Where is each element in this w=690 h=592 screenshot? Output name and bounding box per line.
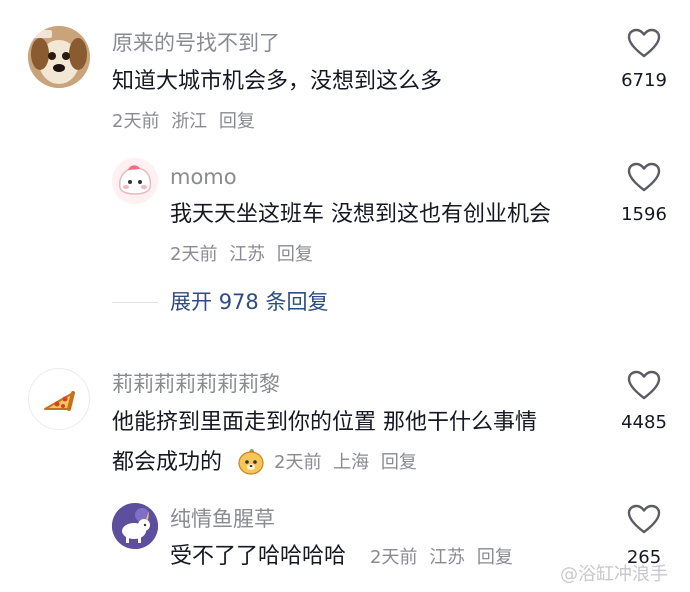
pizza-avatar[interactable] [28,368,90,430]
comment-1-location: 浙江 [171,111,208,132]
comment-4-meta: 2天前 江苏 回复 [370,549,519,567]
comment-1-reply-button[interactable]: 回复 [219,111,255,132]
comment-1-like-icon[interactable] [627,28,661,58]
expand-replies-button[interactable]: 展开 978 条回复 [170,292,328,313]
pizza-avatar-icon [44,391,75,411]
expand-suffix: 条回复 [265,290,329,314]
unicorn-avatar[interactable] [112,503,158,549]
comment-1-username[interactable]: 原来的号找不到了 [112,33,280,54]
comment-3-username[interactable]: 莉莉莉莉莉莉莉黎 [112,374,280,395]
comment-4-text: 受不了了哈哈哈哈 [170,544,347,569]
comment-1-like-count: 6719 [621,70,667,91]
dog-avatar[interactable] [28,26,90,88]
comment-3-text-line2: 都会成功的 [112,450,223,475]
expand-divider [112,302,158,303]
comment-2-location: 江苏 [229,244,266,265]
comment-1-text: 知道大城市机会多，没想到这么多 [112,69,443,94]
comment-3-reply-button[interactable]: 回复 [381,452,417,473]
unicorn-avatar-icon [112,503,158,549]
pink-blob-avatar[interactable] [112,158,158,204]
comment-3-time: 2天前 [274,452,322,473]
comment-2-username[interactable]: momo [170,167,237,188]
comment-4-reply-button[interactable]: 回复 [477,547,513,568]
comment-3-meta: 2天前 上海 回复 [274,454,423,472]
comment-2-meta: 2天前 江苏 回复 [170,246,319,264]
comment-4-like-icon[interactable] [627,504,661,534]
comment-3-location: 上海 [333,452,370,473]
comment-3-text-line1: 他能挤到里面走到你的位置 那他干什么事情 [112,410,537,435]
comment-1-meta: 2天前 浙江 回复 [112,113,261,131]
comment-2-reply-button[interactable]: 回复 [277,244,313,265]
pink-blob-avatar-icon [112,158,158,204]
comment-2-like-count: 1596 [621,204,667,225]
comment-4-username[interactable]: 纯情鱼腥草 [170,509,275,530]
comment-1-time: 2天前 [112,111,160,132]
expand-prefix: 展开 [170,290,212,314]
expand-count: 978 [218,290,259,314]
comment-2-text: 我天天坐这班车 没想到这也有创业机会 [170,202,551,227]
comment-3-like-count: 4485 [621,412,667,433]
comment-2-like-icon[interactable] [627,162,661,192]
comment-4-time: 2天前 [370,547,418,568]
dog-emoji-icon [238,449,264,475]
comment-3-like-icon[interactable] [627,370,661,400]
dog-avatar-icon [28,26,90,88]
comment-2-time: 2天前 [170,244,218,265]
watermark: @浴缸冲浪手 [560,564,668,585]
comment-4-location: 江苏 [429,547,466,568]
